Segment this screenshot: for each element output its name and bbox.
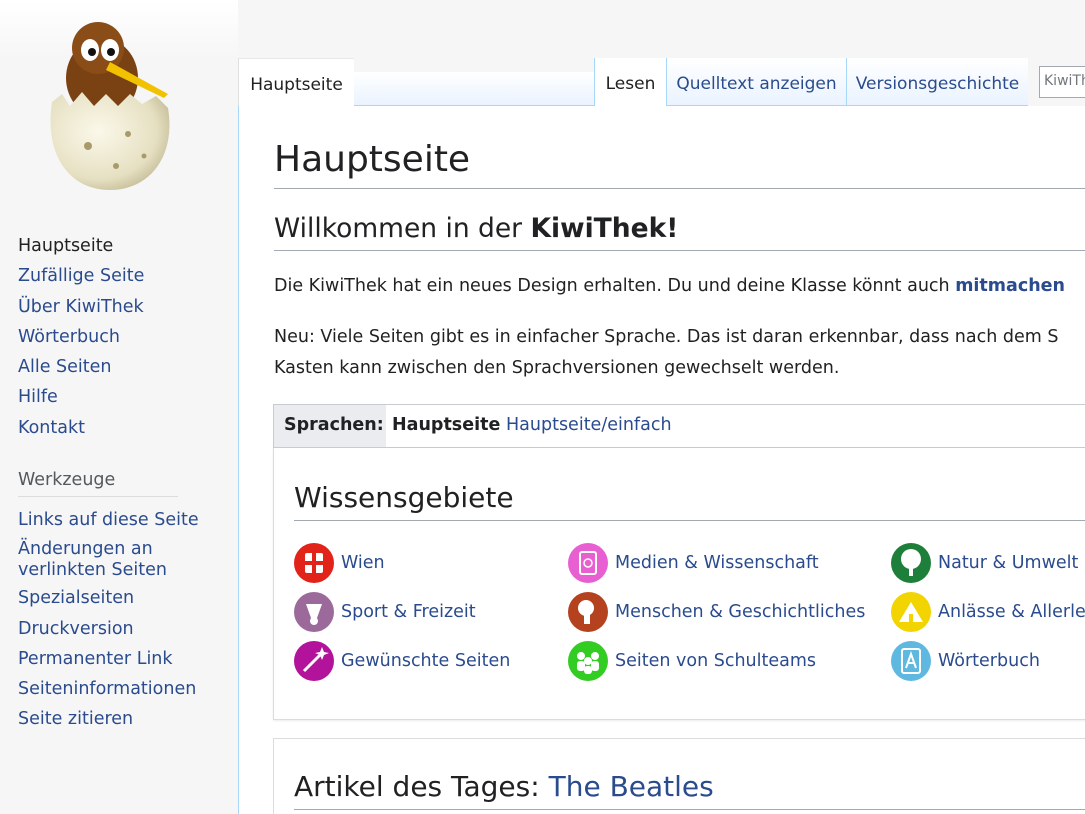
tool-permanenter-link[interactable]: Permanenter Link	[18, 644, 218, 674]
area-label: Menschen & Geschichtliches	[615, 602, 866, 622]
area-seiten-schulteams[interactable]: Seiten von Schulteams	[568, 641, 816, 681]
tools-heading: Werkzeuge	[18, 470, 178, 497]
occasions-icon	[891, 592, 931, 632]
area-natur-umwelt[interactable]: Natur & Umwelt	[891, 543, 1078, 583]
search-input[interactable]: KiwiThek durchsuchen	[1039, 66, 1085, 98]
nav-item-hauptseite[interactable]: Hauptseite	[18, 231, 218, 261]
article-of-the-day-title: Artikel des Tages: The Beatles	[294, 767, 1085, 810]
vienna-icon	[294, 543, 334, 583]
tool-druckversion[interactable]: Druckversion	[18, 614, 218, 644]
welcome-heading: Willkommen in der KiwiThek!	[274, 210, 1085, 251]
area-label: Wörterbuch	[938, 651, 1040, 671]
tree-icon	[891, 543, 931, 583]
people-history-icon	[568, 592, 608, 632]
tab-versionsgeschichte[interactable]: Versionsgeschichte	[846, 58, 1028, 106]
welcome-bold: KiwiThek!	[530, 213, 679, 244]
main-navigation: Hauptseite Zufällige Seite Über KiwiThek…	[18, 231, 218, 443]
tool-seiteninformationen[interactable]: Seiteninformationen	[18, 674, 218, 704]
nav-item-kontakt[interactable]: Kontakt	[18, 413, 218, 443]
nav-item-woerterbuch[interactable]: Wörterbuch	[18, 322, 218, 352]
language-simple-link[interactable]: Hauptseite/einfach	[506, 415, 672, 435]
area-label: Seiten von Schulteams	[615, 651, 817, 671]
article-of-the-day-box: Artikel des Tages: The Beatles	[273, 738, 1085, 814]
area-sport-freizeit[interactable]: Sport & Freizeit	[294, 592, 476, 632]
sidebar: Hauptseite Zufällige Seite Über KiwiThek…	[0, 0, 238, 814]
intro-text: Die KiwiThek hat ein neues Design erhalt…	[274, 276, 956, 296]
page-title: Hauptseite	[274, 136, 1085, 189]
tool-aenderungen-verlinkte-seiten[interactable]: Änderungen an verlinkten Seiten	[18, 535, 218, 583]
area-label: Medien & Wissenschaft	[615, 553, 819, 573]
tool-seite-zitieren[interactable]: Seite zitieren	[18, 704, 218, 734]
area-woerterbuch[interactable]: Wörterbuch	[891, 641, 1040, 681]
dictionary-icon	[891, 641, 931, 681]
simple-language-line-1: Neu: Viele Seiten gibt es in einfacher S…	[274, 327, 1059, 347]
intro-paragraph: Die KiwiThek hat ein neues Design erhalt…	[274, 271, 1065, 302]
aotd-prefix: Artikel des Tages:	[294, 770, 549, 803]
area-anlaesse-allerlei[interactable]: Anlässe & Allerlei	[891, 592, 1085, 632]
mitmachen-link[interactable]: mitmachen	[955, 276, 1065, 296]
kiwithek-logo[interactable]	[40, 6, 180, 192]
kiwi-bird-logo-icon	[50, 22, 170, 190]
area-medien-wissenschaft[interactable]: Medien & Wissenschaft	[568, 543, 819, 583]
media-science-icon	[568, 543, 608, 583]
shuttlecock-icon	[294, 592, 334, 632]
aotd-link[interactable]: The Beatles	[549, 770, 714, 803]
knowledge-areas-title: Wissensgebiete	[294, 478, 1085, 521]
tab-hauptseite[interactable]: Hauptseite	[238, 58, 354, 106]
area-label: Sport & Freizeit	[341, 602, 476, 622]
area-menschen-geschichtliches[interactable]: Menschen & Geschichtliches	[568, 592, 865, 632]
wish-icon	[294, 641, 334, 681]
school-team-icon	[568, 641, 608, 681]
knowledge-areas-box: Wissensgebiete Wien Medien & Wissenschaf…	[273, 448, 1085, 720]
tools-navigation: Links auf diese Seite Änderungen an verl…	[18, 505, 218, 735]
tool-spezialseiten[interactable]: Spezialseiten	[18, 583, 218, 613]
area-gewuenschte-seiten[interactable]: Gewünschte Seiten	[294, 641, 510, 681]
tab-spacer	[354, 72, 594, 106]
language-label: Sprachen:	[274, 405, 386, 447]
page-tabs: Hauptseite Lesen Quelltext anzeigen Vers…	[238, 58, 1085, 106]
language-switcher: Sprachen: Hauptseite Hauptseite/einfach	[273, 404, 1085, 448]
tab-quelltext-anzeigen[interactable]: Quelltext anzeigen	[666, 58, 846, 106]
area-wien[interactable]: Wien	[294, 543, 385, 583]
nav-item-hilfe[interactable]: Hilfe	[18, 382, 218, 412]
nav-item-alle-seiten[interactable]: Alle Seiten	[18, 352, 218, 382]
tab-lesen[interactable]: Lesen	[594, 58, 666, 106]
tool-links-auf-diese-seite[interactable]: Links auf diese Seite	[18, 505, 218, 535]
simple-language-line-2: Kasten kann zwischen den Sprachversionen…	[274, 358, 840, 378]
welcome-prefix: Willkommen in der	[274, 213, 531, 244]
nav-item-zufaellige-seite[interactable]: Zufällige Seite	[18, 261, 218, 291]
main-content: Hauptseite Willkommen in der KiwiThek! D…	[238, 106, 1085, 814]
area-label: Gewünschte Seiten	[341, 651, 511, 671]
nav-item-ueber-kiwithek[interactable]: Über KiwiThek	[18, 292, 218, 322]
area-label: Wien	[341, 553, 385, 573]
area-label: Natur & Umwelt	[938, 553, 1079, 573]
language-current: Hauptseite	[392, 415, 501, 435]
area-label: Anlässe & Allerlei	[938, 602, 1085, 622]
simple-language-paragraph: Neu: Viele Seiten gibt es in einfacher S…	[274, 322, 1058, 384]
